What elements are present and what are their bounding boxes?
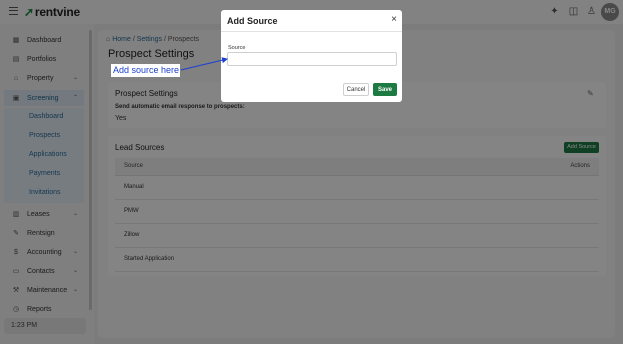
modal-header: Add Source ×: [221, 10, 402, 32]
annotation-callout: Add source here: [111, 64, 180, 77]
source-field-label: Source: [228, 45, 246, 51]
source-input[interactable]: [227, 52, 397, 66]
save-button[interactable]: Save: [373, 83, 397, 96]
close-icon[interactable]: ×: [388, 14, 400, 26]
cancel-button[interactable]: Cancel: [343, 83, 369, 96]
add-source-modal: Add Source × Source Cancel Save: [221, 10, 402, 102]
modal-title: Add Source: [227, 16, 278, 26]
